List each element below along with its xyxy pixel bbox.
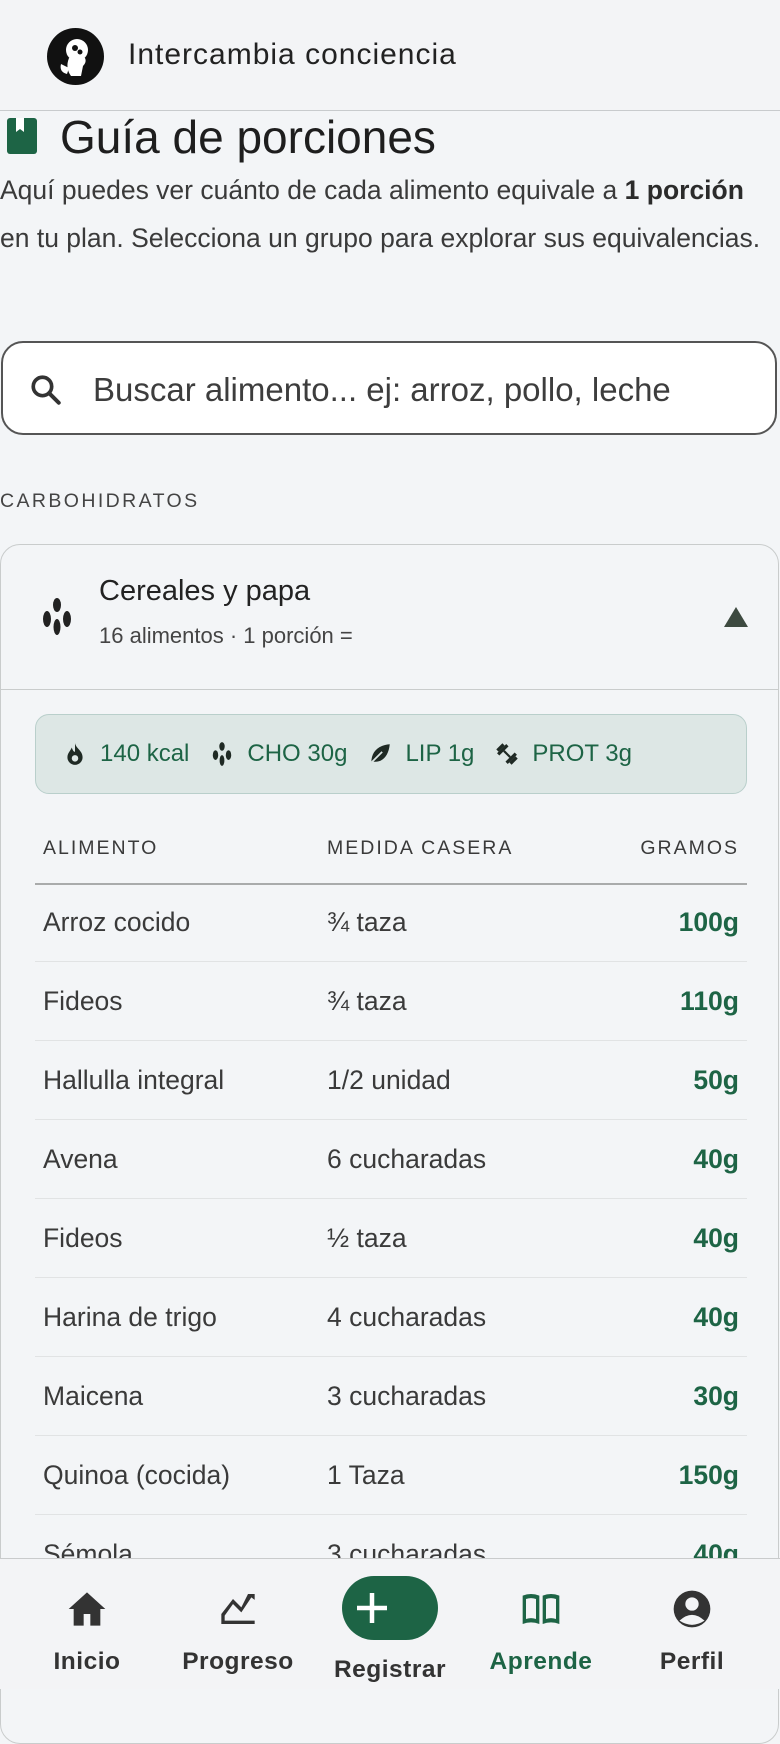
book-icon [522,1594,560,1624]
table-row: Harina de trigo 4 cucharadas 40g [35,1278,747,1357]
leaf-icon [371,744,391,764]
grain-icon [213,742,232,766]
header-measure: MEDIDA CASERA [327,837,514,859]
nav-perfil[interactable]: Perfil [622,1559,762,1689]
nav-inicio[interactable]: Inicio [17,1559,157,1689]
dumbbell-icon [496,743,519,765]
collapse-arrow-icon[interactable] [724,607,748,627]
food-group-subtitle: 16 alimentos · 1 porción = [99,623,353,648]
app-title: Intercambia conciencia [128,38,457,71]
table-row: Quinoa (cocida) 1 Taza 150g [35,1436,747,1515]
table-row: Fideos ¾ taza 110g [35,962,747,1041]
nav-progreso[interactable]: Progreso [168,1559,308,1689]
macro-cho: CHO 30g [209,740,347,768]
nav-registrar[interactable]: Registrar [320,1559,460,1689]
table-row: Avena 6 cucharadas 40g [35,1120,747,1199]
plus-icon [357,1593,387,1623]
flame-icon [67,743,83,765]
macro-kcal: 140 kcal [62,740,189,768]
food-group-header[interactable]: Cereales y papa 16 alimentos · 1 porción… [1,545,778,690]
section-label: CARBOHIDRATOS [0,490,200,512]
food-group-title: Cereales y papa [99,575,311,607]
table-header: ALIMENTO MEDIDA CASERA GRAMOS [35,807,747,885]
brain-head-icon [60,39,88,76]
nav-aprende[interactable]: Aprende [471,1559,611,1689]
intro-text: Aquí puedes ver cuánto de cada alimento … [0,175,761,253]
search-icon [31,375,61,405]
macro-summary: 140 kcal CHO 30g LIP 1g PROT 3g [35,714,747,794]
header-food: ALIMENTO [43,837,159,859]
chart-icon [221,1594,255,1624]
table-row: Fideos ½ taza 40g [35,1199,747,1278]
top-bar: Intercambia conciencia [0,0,780,111]
grain-icon [43,598,71,635]
macro-prot: PROT 3g [494,740,632,768]
bottom-nav: Inicio Progreso Registrar Aprende Perfil [0,1558,780,1689]
user-icon [673,1590,711,1628]
intro-bold: 1 porción [624,175,744,205]
register-button[interactable] [342,1576,438,1640]
header-grams: GRAMOS [640,837,739,859]
search-input[interactable] [91,361,755,419]
table-row: Arroz cocido ¾ taza 100g [35,883,747,962]
page-title: Guía de porciones [60,111,436,163]
table-body: Arroz cocido ¾ taza 100g Fideos ¾ taza 110g … [35,883,747,1594]
home-icon [68,1592,106,1626]
macro-lip: LIP 1g [367,740,474,768]
table-row: Maicena 3 cucharadas 30g [35,1357,747,1436]
search-box[interactable] [1,341,777,435]
table-row: Hallulla integral 1/2 unidad 50g [35,1041,747,1120]
app-logo[interactable] [47,28,104,85]
bookmark-book-icon [7,118,37,154]
